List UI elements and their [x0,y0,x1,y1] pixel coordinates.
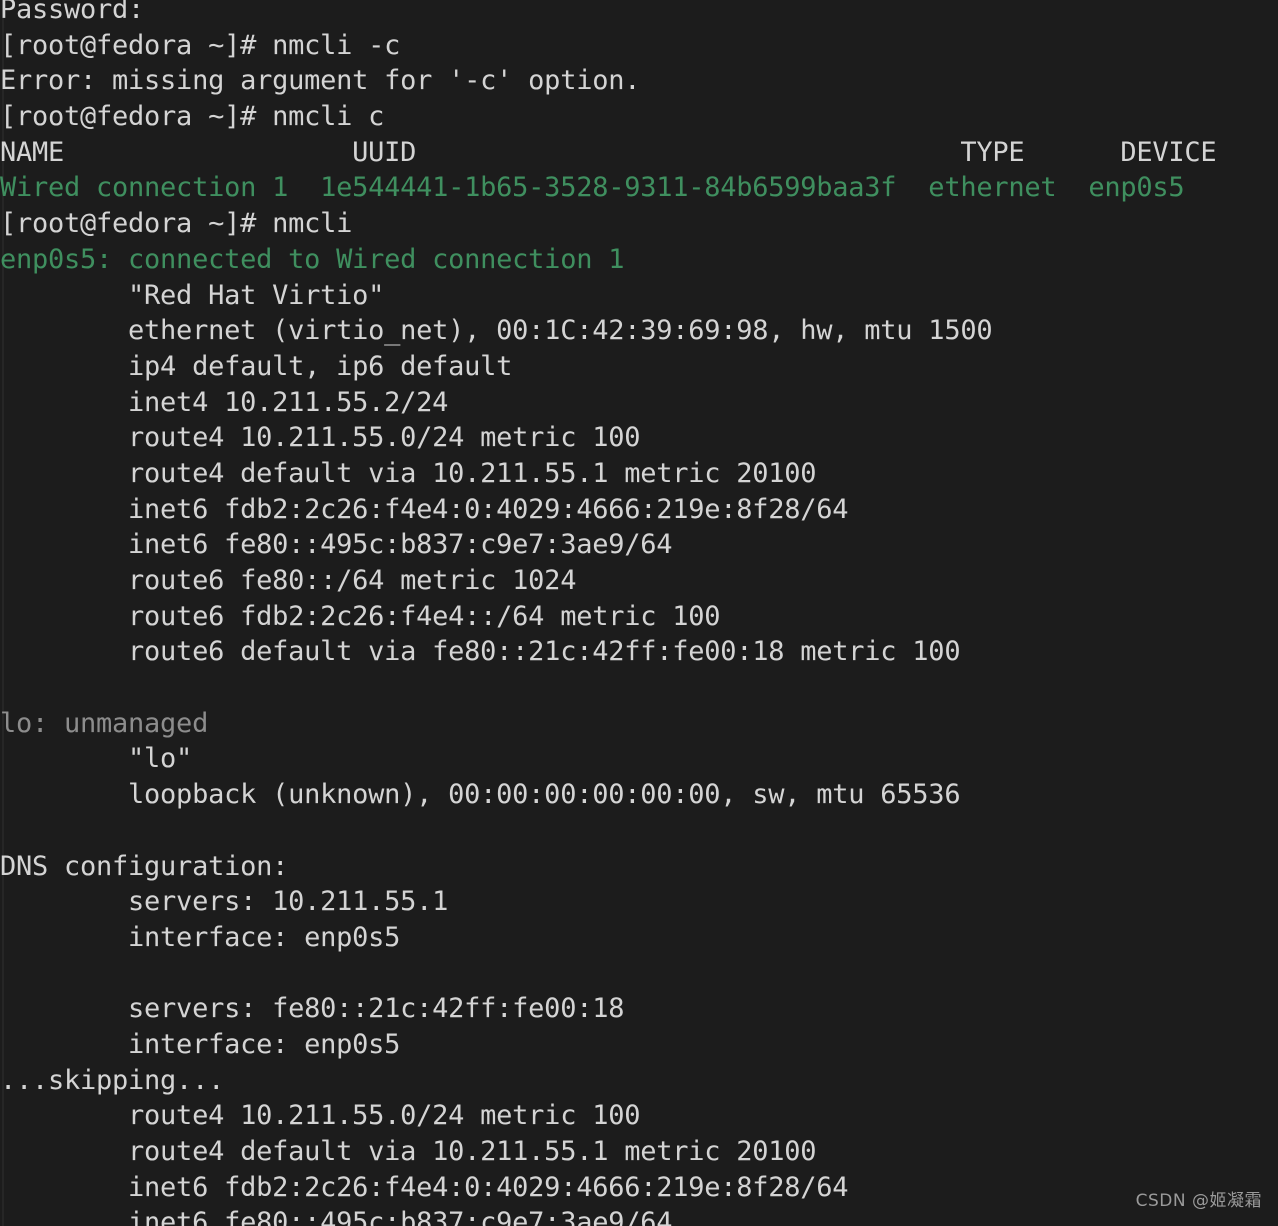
terminal-line: inet6 fe80::495c:b837:c9e7:3ae9/64 [0,529,673,561]
terminal-line: servers: fe80::21c:42ff:fe00:18 [0,993,625,1025]
terminal-line: DNS configuration: [0,850,289,882]
terminal-screen[interactable]: Password: [root@fedora ~]# nmcli -c Error:… [0,0,1278,1226]
terminal-line: enp0s5: connected to Wired connection 1 [0,243,625,275]
terminal-line: [root@fedora ~]# nmcli -c [0,29,401,61]
terminal-line: Password: [0,0,145,25]
terminal-line: route4 default via 10.211.55.1 metric 20… [0,1136,817,1167]
terminal-line: lo: unmanaged [0,707,209,739]
terminal-line: ethernet (virtio_net), 00:1C:42:39:69:98… [0,315,993,347]
terminal-line: servers: 10.211.55.1 [0,886,449,918]
terminal-line: loopback (unknown), 00:00:00:00:00:00, s… [0,779,961,811]
terminal-line: inet6 fdb2:2c26:f4e4:0:4029:4666:219e:8f… [0,1171,849,1203]
terminal-line: interface: enp0s5 [0,1028,401,1060]
terminal-line: inet6 fe80::495c:b837:c9e7:3ae9/64 [0,1207,673,1226]
terminal-line: ...skipping... [0,1064,225,1096]
terminal-line: ip4 default, ip6 default [0,350,513,382]
terminal-line: route6 fdb2:2c26:f4e4::/64 metric 100 [0,600,721,632]
terminal-line: [root@fedora ~]# nmcli c [0,101,385,133]
terminal-line: route6 default via fe80::21c:42ff:fe00:1… [0,636,961,668]
terminal-line: "lo" [0,743,193,775]
terminal-line: inet4 10.211.55.2/24 [0,386,449,418]
terminal-line: NAME UUID TYPE DEVICE [0,136,1217,168]
terminal-line: [root@fedora ~]# nmcli [0,208,353,240]
terminal-window[interactable]: Password: [root@fedora ~]# nmcli -c Error:… [0,0,1278,1226]
terminal-line: Wired connection 1 1e544441-1b65-3528-93… [0,172,1185,204]
terminal-line: inet6 fdb2:2c26:f4e4:0:4029:4666:219e:8f… [0,493,849,525]
terminal-line: Error: missing argument for '-c' option. [0,65,641,97]
terminal-line: interface: enp0s5 [0,921,401,953]
terminal-line: route4 10.211.55.0/24 metric 100 [0,422,641,454]
terminal-line: route6 fe80::/64 metric 1024 [0,565,577,596]
csdn-watermark: CSDN @姬凝霜 [1135,1191,1262,1212]
terminal-line: route4 default via 10.211.55.1 metric 20… [0,457,817,489]
terminal-line: route4 10.211.55.0/24 metric 100 [0,1100,641,1132]
terminal-line: "Red Hat Virtio" [0,279,385,311]
